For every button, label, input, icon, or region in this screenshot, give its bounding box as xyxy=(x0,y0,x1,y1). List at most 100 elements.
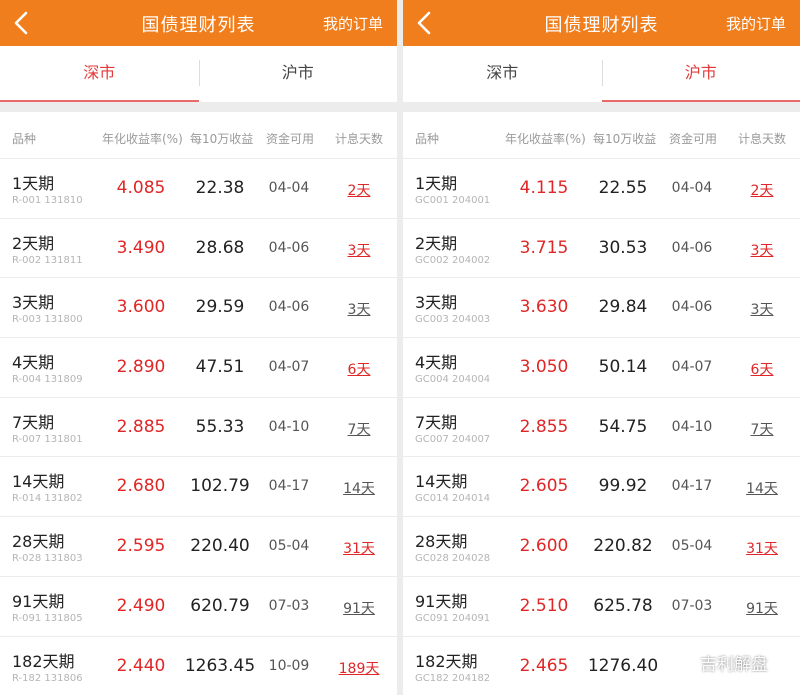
annual-yield: 3.050 xyxy=(519,357,569,378)
table-row[interactable]: 7天期 GC007 204007 2.855 54.75 04-10 7天 xyxy=(403,398,800,458)
interest-days-link[interactable]: 91天 xyxy=(329,598,389,618)
interest-days-link[interactable]: 91天 xyxy=(732,598,792,618)
product-code: R-003 131800 xyxy=(12,314,83,326)
watermark: 吉利解盘 xyxy=(668,648,768,676)
income-per-100k: 22.55 xyxy=(598,178,648,198)
column-header-days: 计息天数 xyxy=(738,132,787,146)
funds-available-date: 10-09 xyxy=(268,657,310,674)
column-header-income: 每10万收益 xyxy=(190,132,254,146)
table-row[interactable]: 28天期 GC028 204028 2.600 220.82 05-04 31天 xyxy=(403,517,800,577)
income-per-100k: 220.40 xyxy=(190,536,250,557)
income-per-100k: 28.68 xyxy=(195,237,245,258)
market-tabs: 深市 沪市 xyxy=(0,46,397,102)
income-per-100k: 55.33 xyxy=(195,416,245,437)
product-name: 28天期 xyxy=(415,532,468,552)
table-row[interactable]: 14天期 GC014 204014 2.605 99.92 04-17 14天 xyxy=(403,457,800,518)
product-name: 7天期 xyxy=(415,412,458,432)
table-row[interactable]: 1天期 GC001 204001 4.115 22.55 04-04 2天 xyxy=(403,159,800,219)
funds-available-date: 04-17 xyxy=(268,478,310,495)
table-row[interactable]: 14天期 R-014 131802 2.680 102.79 04-17 14天 xyxy=(0,457,397,518)
interest-days-link[interactable]: 3天 xyxy=(732,240,792,260)
annual-yield: 2.885 xyxy=(116,416,166,437)
product-name: 91天期 xyxy=(415,591,468,611)
table-row[interactable]: 91天期 GC091 204091 2.510 625.78 07-03 91天 xyxy=(403,577,800,637)
interest-days-link[interactable]: 2天 xyxy=(329,180,389,200)
column-header-name: 品种 xyxy=(415,132,440,146)
wechat-icon xyxy=(670,652,694,672)
annual-yield: 2.510 xyxy=(519,595,569,616)
product-name: 3天期 xyxy=(415,293,458,313)
funds-available-date: 04-07 xyxy=(671,359,713,376)
product-code: R-007 131801 xyxy=(12,433,83,445)
income-per-100k: 50.14 xyxy=(598,357,648,378)
my-orders-link[interactable]: 我的订单 xyxy=(323,13,383,34)
interest-days-link[interactable]: 7天 xyxy=(732,419,792,439)
panel-shanghai: 国债理财列表 我的订单 深市 沪市 品种 年化收益率(%) 每10万收益 资金可用 计息天数 1天… xyxy=(403,0,800,695)
income-per-100k: 1276.40 xyxy=(587,655,659,676)
table-row[interactable]: 182天期 R-182 131806 2.440 1263.45 10-09 189天 xyxy=(0,637,397,695)
table-row[interactable]: 2天期 R-002 131811 3.490 28.68 04-06 3天 xyxy=(0,219,397,279)
column-headers: 品种 年化收益率(%) 每10万收益 资金可用 计息天数 xyxy=(403,112,800,159)
product-code: GC007 204007 xyxy=(415,433,491,445)
annual-yield: 3.600 xyxy=(116,297,166,318)
table-row[interactable]: 28天期 R-028 131803 2.595 220.40 05-04 31天 xyxy=(0,517,397,577)
annual-yield: 2.595 xyxy=(116,536,166,557)
top-bar: 国债理财列表 我的订单 xyxy=(0,0,397,46)
table-row[interactable]: 4天期 R-004 131809 2.890 47.51 04-07 6天 xyxy=(0,338,397,398)
product-name: 91天期 xyxy=(12,591,65,611)
tab-shenzhen[interactable]: 深市 xyxy=(403,46,602,102)
column-header-rate: 年化收益率(%) xyxy=(505,132,586,146)
interest-days-link[interactable]: 6天 xyxy=(329,359,389,379)
product-name: 14天期 xyxy=(415,472,468,492)
product-code: R-004 131809 xyxy=(12,374,83,386)
table-row[interactable]: 1天期 R-001 131810 4.085 22.38 04-04 2天 xyxy=(0,159,397,219)
product-code: GC003 204003 xyxy=(415,314,491,326)
market-tabs: 深市 沪市 xyxy=(403,46,800,102)
section-gap xyxy=(0,102,397,112)
table-row[interactable]: 4天期 GC004 204004 3.050 50.14 04-07 6天 xyxy=(403,338,800,398)
interest-days-link[interactable]: 14天 xyxy=(732,478,792,498)
interest-days-link[interactable]: 2天 xyxy=(732,180,792,200)
income-per-100k: 29.84 xyxy=(598,297,648,318)
income-per-100k: 620.79 xyxy=(190,595,250,616)
tab-shanghai[interactable]: 沪市 xyxy=(199,46,398,102)
funds-available-date: 05-04 xyxy=(268,538,310,555)
product-code: GC182 204182 xyxy=(415,672,491,684)
product-name: 14天期 xyxy=(12,472,65,492)
funds-available-date: 04-07 xyxy=(268,359,310,376)
product-code: GC001 204001 xyxy=(415,195,491,206)
funds-available-date: 04-10 xyxy=(268,418,310,435)
interest-days-link[interactable]: 189天 xyxy=(329,658,389,678)
tab-divider xyxy=(601,60,603,86)
table-row[interactable]: 3天期 GC003 204003 3.630 29.84 04-06 3天 xyxy=(403,278,800,339)
column-headers: 品种 年化收益率(%) 每10万收益 资金可用 计息天数 xyxy=(0,112,397,159)
income-per-100k: 99.92 xyxy=(598,476,648,497)
interest-days-link[interactable]: 3天 xyxy=(329,240,389,260)
table-row[interactable]: 91天期 R-091 131805 2.490 620.79 07-03 91天 xyxy=(0,577,397,637)
table-row[interactable]: 3天期 R-003 131800 3.600 29.59 04-06 3天 xyxy=(0,278,397,339)
interest-days-link[interactable]: 7天 xyxy=(329,419,389,439)
product-code: R-014 131802 xyxy=(12,493,83,505)
product-code: GC004 204004 xyxy=(415,374,491,386)
interest-days-link[interactable]: 14天 xyxy=(329,478,389,498)
interest-days-link[interactable]: 6天 xyxy=(732,359,792,379)
interest-days-link[interactable]: 3天 xyxy=(329,299,389,319)
interest-days-link[interactable]: 3天 xyxy=(732,299,792,319)
tab-shenzhen[interactable]: 深市 xyxy=(0,46,199,102)
income-per-100k: 102.79 xyxy=(190,476,250,497)
product-code: R-091 131805 xyxy=(12,612,83,624)
tab-shanghai[interactable]: 沪市 xyxy=(601,46,800,102)
table-row[interactable]: 2天期 GC002 204002 3.715 30.53 04-06 3天 xyxy=(403,219,800,279)
interest-days-link[interactable]: 31天 xyxy=(732,538,792,558)
section-gap xyxy=(403,102,800,112)
watermark-text: 吉利解盘 xyxy=(700,654,768,675)
table-row[interactable]: 7天期 R-007 131801 2.885 55.33 04-10 7天 xyxy=(0,398,397,458)
product-name: 7天期 xyxy=(12,412,55,432)
funds-available-date: 07-03 xyxy=(671,597,713,614)
funds-available-date: 04-06 xyxy=(671,239,713,256)
my-orders-link[interactable]: 我的订单 xyxy=(726,13,786,34)
interest-days-link[interactable]: 31天 xyxy=(329,538,389,558)
funds-available-date: 04-04 xyxy=(671,180,713,196)
product-code: GC014 204014 xyxy=(415,493,491,505)
funds-available-date: 07-03 xyxy=(268,597,310,614)
